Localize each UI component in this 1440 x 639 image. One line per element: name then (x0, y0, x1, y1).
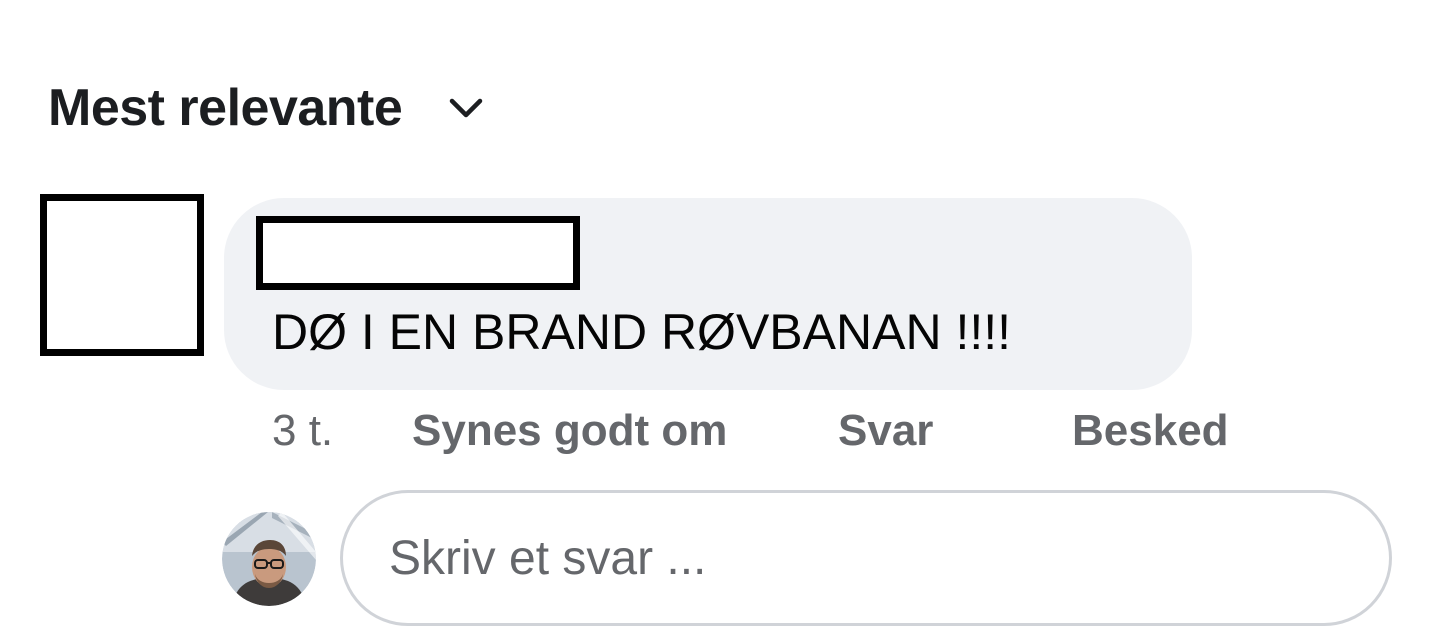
comment-timestamp[interactable]: 3 t. (272, 404, 333, 458)
user-avatar[interactable] (222, 512, 316, 606)
commenter-name[interactable] (256, 216, 580, 290)
chevron-down-icon (446, 88, 486, 128)
comment-text: DØ I EN BRAND RØVBANAN !!!! (272, 304, 1012, 360)
sort-dropdown[interactable]: Mest relevante (48, 72, 486, 144)
sort-label: Mest relevante (48, 79, 403, 137)
reply-button[interactable]: Svar (838, 404, 933, 458)
message-button[interactable]: Besked (1072, 404, 1229, 458)
user-avatar-photo (222, 512, 316, 606)
reply-input[interactable] (387, 529, 1351, 587)
commenter-avatar[interactable] (40, 194, 204, 356)
reply-input-container[interactable] (340, 490, 1392, 626)
like-button[interactable]: Synes godt om (412, 404, 727, 458)
